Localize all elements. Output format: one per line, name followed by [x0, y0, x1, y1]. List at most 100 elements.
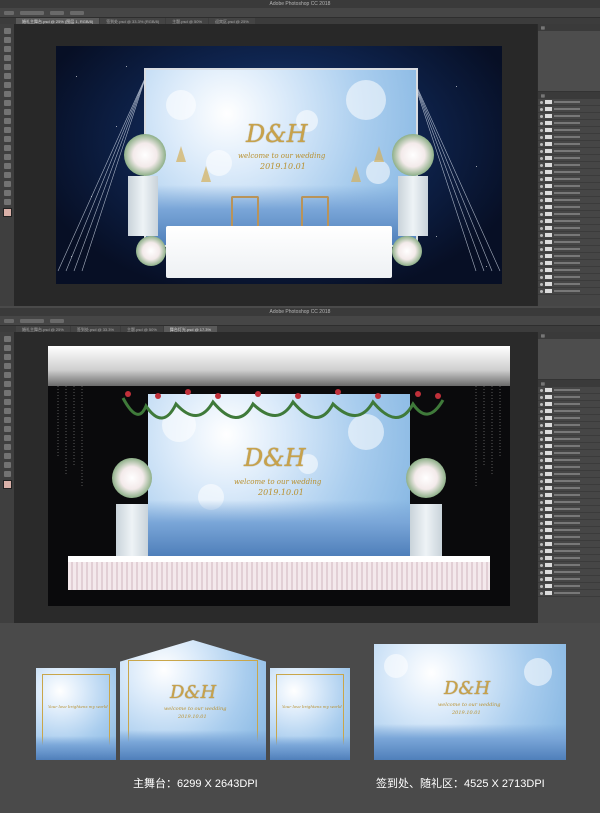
layers-header[interactable]: ▤: [538, 92, 600, 99]
visibility-eye-icon[interactable]: [540, 528, 543, 532]
layer-row[interactable]: [538, 141, 600, 148]
layer-row[interactable]: [538, 513, 600, 520]
layer-row[interactable]: [538, 422, 600, 429]
layer-row[interactable]: [538, 113, 600, 120]
foreground-color-swatch[interactable]: [2, 208, 12, 217]
home-icon[interactable]: [4, 318, 14, 323]
layers-panel[interactable]: ▤ ▤: [537, 24, 600, 306]
move-tool-icon[interactable]: [3, 28, 11, 34]
canvas-area[interactable]: D&H welcome to our wedding 2019.10.01: [14, 24, 538, 306]
layer-row[interactable]: [538, 450, 600, 457]
layer-row[interactable]: [538, 218, 600, 225]
gradient-tool-icon[interactable]: [3, 426, 11, 432]
gradient-tool-icon[interactable]: [3, 127, 11, 133]
visibility-eye-icon[interactable]: [540, 500, 543, 504]
brush-tool-icon[interactable]: [3, 91, 11, 97]
layer-row[interactable]: [538, 190, 600, 197]
layer-row[interactable]: [538, 267, 600, 274]
visibility-eye-icon[interactable]: [540, 121, 543, 125]
layer-row[interactable]: [538, 541, 600, 548]
visibility-eye-icon[interactable]: [540, 479, 543, 483]
visibility-eye-icon[interactable]: [540, 205, 543, 209]
visibility-eye-icon[interactable]: [540, 430, 543, 434]
layer-row[interactable]: [538, 387, 600, 394]
clone-stamp-icon[interactable]: [3, 408, 11, 414]
option-toggle[interactable]: [50, 10, 64, 15]
layer-row[interactable]: [538, 288, 600, 295]
layers-list[interactable]: [538, 387, 600, 597]
crop-tool-icon[interactable]: [3, 372, 11, 378]
shape-tool-icon[interactable]: [3, 181, 11, 187]
options-bar[interactable]: [0, 316, 600, 326]
layer-row[interactable]: [538, 443, 600, 450]
visibility-eye-icon[interactable]: [540, 184, 543, 188]
visibility-eye-icon[interactable]: [540, 198, 543, 202]
layer-row[interactable]: [538, 183, 600, 190]
layer-row[interactable]: [538, 394, 600, 401]
visibility-eye-icon[interactable]: [540, 577, 543, 581]
layer-row[interactable]: [538, 583, 600, 590]
visibility-eye-icon[interactable]: [540, 535, 543, 539]
visibility-eye-icon[interactable]: [540, 275, 543, 279]
visibility-eye-icon[interactable]: [540, 219, 543, 223]
visibility-eye-icon[interactable]: [540, 261, 543, 265]
foreground-color-swatch[interactable]: [2, 480, 12, 489]
layer-row[interactable]: [538, 492, 600, 499]
layer-row[interactable]: [538, 576, 600, 583]
crop-tool-icon[interactable]: [3, 64, 11, 70]
visibility-eye-icon[interactable]: [540, 423, 543, 427]
visibility-eye-icon[interactable]: [540, 549, 543, 553]
tool-preset-picker[interactable]: [20, 318, 44, 323]
type-tool-icon[interactable]: [3, 444, 11, 450]
visibility-eye-icon[interactable]: [540, 591, 543, 595]
visibility-eye-icon[interactable]: [540, 247, 543, 251]
lasso-tool-icon[interactable]: [3, 354, 11, 360]
layer-row[interactable]: [538, 253, 600, 260]
visibility-eye-icon[interactable]: [540, 507, 543, 511]
visibility-eye-icon[interactable]: [540, 409, 543, 413]
layer-row[interactable]: [538, 401, 600, 408]
layers-header[interactable]: ▤: [538, 380, 600, 387]
layer-row[interactable]: [538, 527, 600, 534]
properties-panel[interactable]: [538, 31, 600, 92]
marquee-tool-icon[interactable]: [3, 345, 11, 351]
visibility-eye-icon[interactable]: [540, 107, 543, 111]
visibility-eye-icon[interactable]: [540, 465, 543, 469]
visibility-eye-icon[interactable]: [540, 451, 543, 455]
magic-wand-icon[interactable]: [3, 55, 11, 61]
layer-row[interactable]: [538, 562, 600, 569]
pen-tool-icon[interactable]: [3, 154, 11, 160]
visibility-eye-icon[interactable]: [540, 395, 543, 399]
layer-row[interactable]: [538, 120, 600, 127]
layer-row[interactable]: [538, 204, 600, 211]
healing-brush-icon[interactable]: [3, 82, 11, 88]
visibility-eye-icon[interactable]: [540, 402, 543, 406]
visibility-eye-icon[interactable]: [540, 584, 543, 588]
visibility-eye-icon[interactable]: [540, 128, 543, 132]
visibility-eye-icon[interactable]: [540, 212, 543, 216]
visibility-eye-icon[interactable]: [540, 458, 543, 462]
visibility-eye-icon[interactable]: [540, 226, 543, 230]
layer-row[interactable]: [538, 99, 600, 106]
layer-row[interactable]: [538, 148, 600, 155]
visibility-eye-icon[interactable]: [540, 233, 543, 237]
eraser-icon[interactable]: [3, 417, 11, 423]
option-toggle[interactable]: [70, 10, 84, 15]
visibility-eye-icon[interactable]: [540, 556, 543, 560]
visibility-eye-icon[interactable]: [540, 542, 543, 546]
panel-header[interactable]: ▤: [538, 332, 600, 339]
visibility-eye-icon[interactable]: [540, 521, 543, 525]
visibility-eye-icon[interactable]: [540, 163, 543, 167]
layer-row[interactable]: [538, 211, 600, 218]
layers-list[interactable]: [538, 99, 600, 295]
lasso-tool-icon[interactable]: [3, 46, 11, 52]
zoom-tool-icon[interactable]: [3, 471, 11, 477]
clone-stamp-icon[interactable]: [3, 100, 11, 106]
layer-row[interactable]: [538, 106, 600, 113]
layer-row[interactable]: [538, 485, 600, 492]
layer-row[interactable]: [538, 239, 600, 246]
blur-tool-icon[interactable]: [3, 136, 11, 142]
visibility-eye-icon[interactable]: [540, 472, 543, 476]
layer-row[interactable]: [538, 436, 600, 443]
tool-preset-picker[interactable]: [20, 10, 44, 15]
